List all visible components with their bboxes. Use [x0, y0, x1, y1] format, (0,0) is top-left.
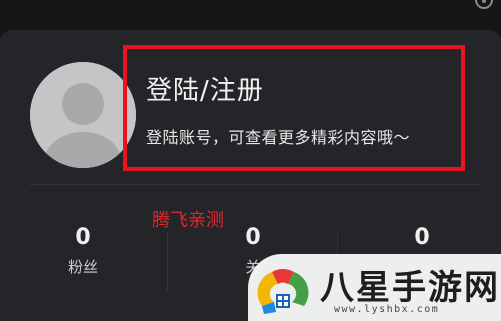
default-user-avatar-icon [30, 62, 136, 168]
divider [30, 184, 480, 185]
stat-separator [167, 232, 168, 292]
profile-page: 登陆/注册 登陆账号，可查看更多精彩内容哦～ 腾飞亲测 0 粉丝 0 关 0 八… [0, 0, 501, 321]
watermark-text: 腾飞亲测 [152, 210, 224, 231]
avatar[interactable] [30, 62, 136, 168]
stat-fans-label: 粉丝 [67, 258, 98, 276]
stat-fans-count: 0 [75, 225, 91, 250]
stat-third-count: 0 [414, 225, 430, 250]
logo-text: 八星手游网 [320, 268, 500, 308]
rainbow-logo-icon [257, 269, 309, 314]
stat-fans[interactable]: 0 粉丝 [55, 225, 111, 277]
stat-following-count: 0 [245, 225, 261, 250]
logo-url: www.lyshbx.com [334, 304, 440, 315]
stat-third[interactable]: 0 [394, 225, 450, 256]
highlight-box [123, 45, 465, 171]
site-logo-watermark: 八星手游网 www.lyshbx.com [248, 254, 501, 321]
settings-icon[interactable] [474, 0, 494, 12]
